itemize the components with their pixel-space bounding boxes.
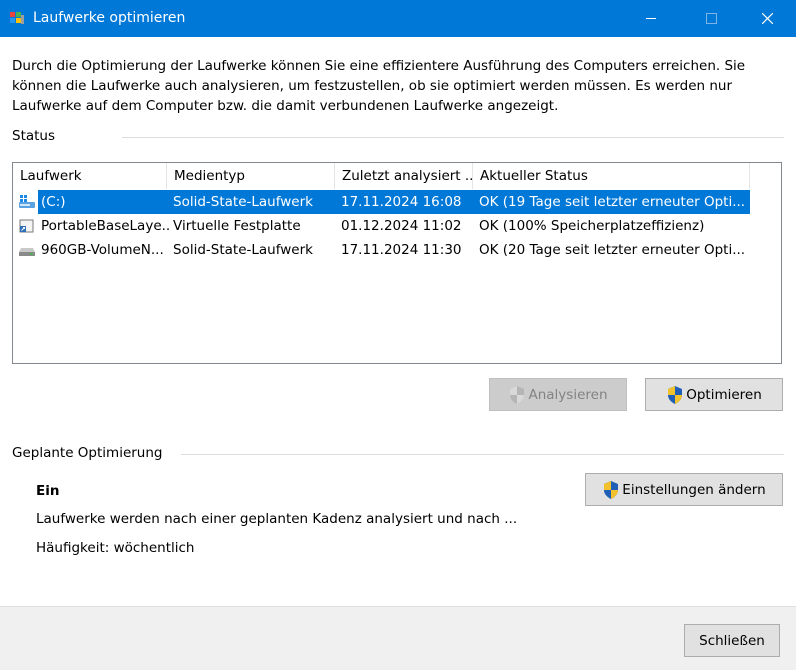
optimize-button[interactable]: Optimieren (645, 378, 783, 411)
system-drive-icon (19, 195, 35, 208)
maximize-button (688, 0, 734, 37)
uac-shield-icon (510, 385, 525, 404)
drive-name: (C:) (41, 194, 66, 210)
column-header-drive[interactable]: Laufwerk (13, 163, 167, 189)
schedule-section-label: Geplante Optimierung (12, 445, 163, 461)
status-divider (122, 137, 784, 138)
status-section-label: Status (12, 128, 56, 144)
uac-shield-icon (604, 480, 619, 499)
drive-row-portable[interactable]: PortableBaseLaye... Virtuelle Festplatte… (13, 214, 750, 238)
drive-media-type: Solid-State-Laufwerk (173, 242, 313, 258)
drive-list-header: Laufwerk Medientyp Zuletzt analysiert ..… (13, 163, 781, 189)
dialog-footer: Schließen (0, 606, 796, 670)
drive-media-type: Solid-State-Laufwerk (173, 194, 313, 210)
column-header-current-status[interactable]: Aktueller Status (473, 163, 750, 189)
analyze-label: Analysieren (528, 386, 608, 403)
drive-status: OK (100% Speicherplatzeffizienz) (479, 218, 705, 234)
drive-last-analyzed: 17.11.2024 16:08 (341, 194, 462, 210)
schedule-state: Ein (36, 483, 60, 499)
drive-name: 960GB-VolumeN... (41, 242, 164, 258)
maximize-icon (706, 13, 717, 24)
description-text: Durch die Optimierung der Laufwerke könn… (12, 58, 746, 114)
optimize-label: Optimieren (686, 386, 762, 403)
drive-media-type: Virtuelle Festplatte (173, 218, 301, 234)
drive-status: OK (19 Tage seit letzter erneuter Opti..… (479, 194, 746, 210)
drive-row-c[interactable]: (C:) Solid-State-Laufwerk 17.11.2024 16:… (13, 190, 750, 214)
drive-list[interactable]: Laufwerk Medientyp Zuletzt analysiert ..… (12, 162, 782, 364)
minimize-icon (646, 18, 656, 19)
schedule-info: Laufwerke werden nach einer geplanten Ka… (36, 511, 518, 527)
title-bar: Laufwerke optimieren (0, 0, 796, 37)
uac-shield-icon (668, 385, 683, 404)
schedule-divider (181, 454, 784, 455)
hard-drive-icon (19, 248, 35, 256)
column-header-media-type[interactable]: Medientyp (167, 163, 335, 189)
schedule-frequency: Häufigkeit: wöchentlich (36, 540, 195, 556)
virtual-disk-icon (19, 219, 34, 233)
close-icon (762, 13, 773, 24)
defrag-app-icon (10, 12, 24, 24)
drive-last-analyzed: 01.12.2024 11:02 (341, 218, 462, 234)
window-title: Laufwerke optimieren (33, 10, 186, 26)
drive-status: OK (20 Tage seit letzter erneuter Opti..… (479, 242, 746, 258)
change-settings-button[interactable]: Einstellungen ändern (585, 473, 783, 506)
analyze-button: Analysieren (489, 378, 627, 411)
close-dialog-label: Schließen (699, 632, 765, 649)
close-button[interactable] (744, 0, 790, 37)
column-header-last-analyzed[interactable]: Zuletzt analysiert ... (335, 163, 473, 189)
close-dialog-button[interactable]: Schließen (684, 624, 780, 657)
drive-row-960gb[interactable]: 960GB-VolumeN... Solid-State-Laufwerk 17… (13, 238, 750, 262)
drive-name: PortableBaseLaye... (41, 218, 169, 234)
change-settings-label: Einstellungen ändern (622, 481, 766, 498)
drive-last-analyzed: 17.11.2024 11:30 (341, 242, 462, 258)
minimize-button[interactable] (628, 0, 674, 37)
